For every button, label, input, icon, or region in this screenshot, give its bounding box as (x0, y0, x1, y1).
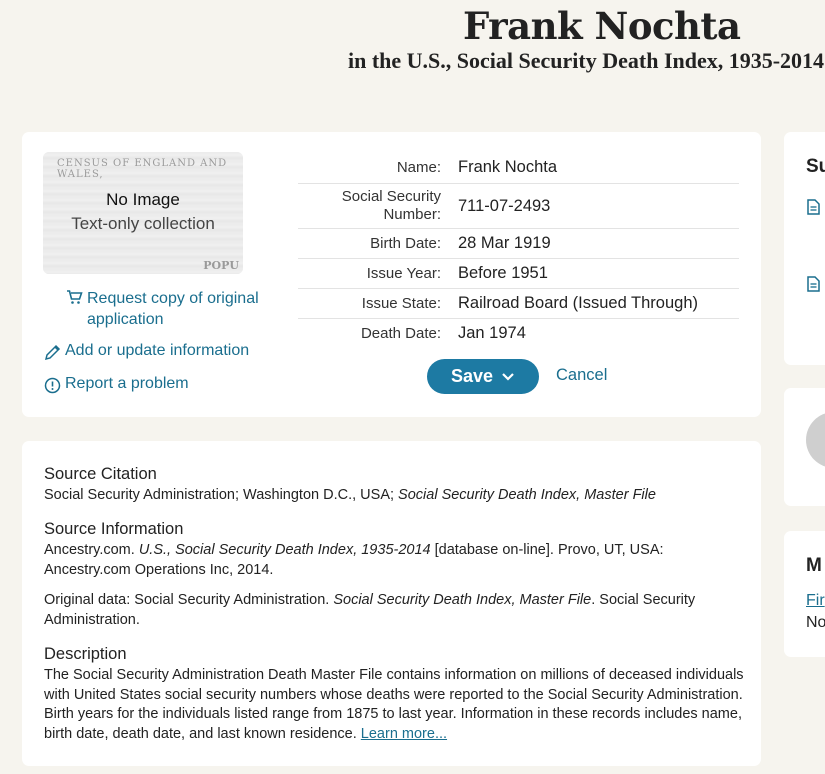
original-data-text: Original data: Social Security Administr… (44, 592, 696, 628)
record-facts-table: Name: Frank Nochta Social Security Numbe… (298, 152, 739, 348)
add-update-link[interactable]: Add or update information (44, 342, 249, 361)
document-icon[interactable] (807, 199, 820, 215)
side-card-title: M (806, 555, 822, 576)
description-heading: Description (44, 645, 127, 663)
avatar[interactable] (806, 412, 825, 468)
source-information-section: Source Information Ancestry.com. U.S., S… (44, 520, 744, 630)
report-problem-link[interactable]: Report a problem (44, 375, 189, 394)
side-card-link[interactable]: Fir (806, 592, 825, 610)
fact-row-name: Name: Frank Nochta (298, 152, 739, 184)
description-section: Description The Social Security Administ… (44, 645, 744, 744)
learn-more-link[interactable]: Learn more... (361, 726, 447, 742)
source-citation-section: Source Citation Social Security Administ… (44, 465, 744, 506)
report-problem-label[interactable]: Report a problem (65, 375, 189, 393)
fact-label: Death Date: (360, 324, 441, 342)
source-card: Source Citation Social Security Administ… (22, 441, 761, 766)
source-citation-heading: Source Citation (44, 465, 157, 483)
save-button[interactable]: Save (427, 359, 539, 394)
side-card-title: Su (806, 156, 825, 177)
thumbnail-footer-text: POPU (203, 259, 239, 272)
side-card-text: No (806, 614, 825, 631)
fact-value: Railroad Board (Issued Through) (458, 294, 698, 312)
no-image-label: No Image (106, 190, 180, 209)
thumbnail-header-text: CENSUS OF ENGLAND AND WALES, (57, 158, 228, 180)
fact-value: Before 1951 (458, 264, 548, 282)
fact-label: Name: (396, 158, 441, 176)
fact-row-issue-state: Issue State: Railroad Board (Issued Thro… (298, 289, 739, 319)
fact-label: Birth Date: (370, 234, 441, 252)
source-information-text: Ancestry.com. U.S., Social Security Deat… (44, 542, 664, 578)
request-copy-link[interactable]: Request copy of original application (66, 288, 281, 330)
add-update-label[interactable]: Add or update information (65, 342, 249, 360)
side-card-more: M Fir No (784, 531, 825, 657)
source-citation-text: Social Security Administration; Washingt… (44, 487, 656, 503)
fact-row-death-date: Death Date: Jan 1974 (298, 319, 739, 348)
fact-label: Issue State: (361, 294, 441, 312)
source-information-heading: Source Information (44, 520, 184, 538)
record-collection-title: in the U.S., Social Security Death Index… (348, 48, 825, 73)
description-text: The Social Security Administration Death… (44, 667, 744, 742)
side-card-profile (784, 388, 825, 506)
fact-value: 711-07-2493 (458, 196, 551, 215)
save-button-label: Save (450, 366, 494, 386)
fact-value: Frank Nochta (458, 158, 558, 176)
record-image-thumbnail[interactable]: CENSUS OF ENGLAND AND WALES, POPU No Ima… (43, 152, 243, 274)
side-card-suggestions: Su (784, 132, 825, 365)
request-copy-label[interactable]: Request copy of original application (87, 288, 281, 330)
record-card: CENSUS OF ENGLAND AND WALES, POPU No Ima… (22, 132, 761, 417)
fact-label: Issue Year: (366, 264, 441, 282)
fact-value: Jan 1974 (458, 324, 526, 342)
cart-icon (67, 290, 83, 304)
record-person-name: Frank Nochta (463, 4, 741, 48)
fact-label: Social Security Number: (341, 188, 441, 223)
record-title-block: Frank Nochta in the U.S., Social Securit… (0, 0, 825, 80)
alert-circle-icon (44, 377, 61, 394)
chevron-down-icon (502, 372, 514, 381)
fact-value: 28 Mar 1919 (458, 234, 551, 252)
fact-row-birth-date: Birth Date: 28 Mar 1919 (298, 229, 739, 259)
document-icon[interactable] (807, 276, 820, 292)
fact-row-issue-year: Issue Year: Before 1951 (298, 259, 739, 289)
text-only-label: Text-only collection (71, 214, 215, 233)
fact-row-ssn: Social Security Number: 711-07-2493 (298, 184, 739, 229)
pencil-icon (44, 344, 61, 361)
cancel-button[interactable]: Cancel (556, 366, 607, 385)
